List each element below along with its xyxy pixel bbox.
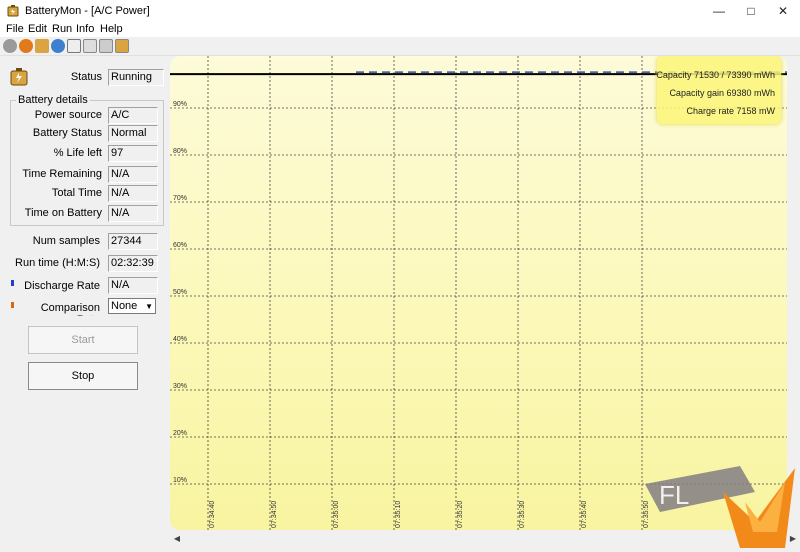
comparison-rate-value: None [111,300,138,312]
menu-info[interactable]: Info [76,23,94,35]
options-icon[interactable] [99,39,113,53]
power-source-label: Power source [34,109,102,121]
watermark-logo: FL [645,466,795,548]
discharge-rate-value: N/A [108,277,158,294]
title-bar: BatteryMon - [A/C Power] — □ ✕ [0,0,800,22]
chevron-down-icon: ▼ [145,302,153,311]
battery-status-label: Battery Status [32,127,102,139]
info-icon[interactable] [51,39,65,53]
time-remaining-value: N/A [108,166,158,183]
run-time-label: Run time (H:M:S) [15,257,100,269]
menu-bar: File Edit Run Info Help [0,22,800,37]
num-samples-value: 27344 [108,233,158,250]
battery-icon[interactable] [35,39,49,53]
battery-chart: 90% 80% 70% 60% 50% 40% 30% 20% 10% 07:34:40 07:34… [170,56,787,530]
life-left-label: % Life left [53,147,102,159]
discharge-rate-label: Discharge Rate [24,280,100,292]
y-tick-label: 90% [173,101,187,108]
x-tick-label: 07:34:40 [209,501,216,528]
status-label: Status [70,71,102,83]
help-icon[interactable] [115,39,129,53]
cloud-icon[interactable] [83,39,97,53]
battery-status-icon [10,68,28,86]
run-time-value: 02:32:39 [108,255,158,272]
x-tick-label: 07:35:00 [333,501,340,528]
power-source-value: A/C [108,107,158,124]
time-on-battery-value: N/A [108,205,158,222]
y-tick-label: 40% [173,336,187,343]
y-tick-label: 70% [173,195,187,202]
y-tick-label: 50% [173,289,187,296]
chart-legend: Capacity 71530 / 73390 mWh Capacity gain… [656,56,781,124]
start-button[interactable]: Start [28,326,138,354]
app-icon [7,5,19,17]
menu-file[interactable]: File [6,23,24,35]
scroll-left-icon[interactable]: ◀ [170,532,184,546]
status-value: Running [108,69,164,86]
time-on-battery-label: Time on Battery [24,207,102,219]
menu-help[interactable]: Help [100,23,123,35]
legend-charge-rate: Charge rate 7158 mW [686,106,775,116]
toolbar [0,37,800,56]
battery-details-title: Battery details [16,94,90,106]
legend-capacity-gain: Capacity gain 69380 mWh [669,88,775,98]
window-title: BatteryMon - [A/C Power] [25,5,150,17]
x-tick-label: 07:34:50 [271,501,278,528]
y-tick-label: 10% [173,477,187,484]
comparison-rate-select[interactable]: None ▼ [108,298,156,314]
chart-area: 90% 80% 70% 60% 50% 40% 30% 20% 10% 07:34:40 07:34… [170,56,787,530]
x-tick-label: 07:35:40 [581,501,588,528]
x-tick-label: 07:35:10 [395,501,402,528]
y-tick-label: 20% [173,430,187,437]
battery-status-value: Normal [108,125,158,142]
num-samples-label: Num samples [32,235,100,247]
y-tick-label: 80% [173,148,187,155]
menu-edit[interactable]: Edit [28,23,47,35]
comparison-rate-label: Comparison Rate [40,302,100,316]
close-icon[interactable]: ✕ [760,0,800,22]
total-time-label: Total Time [51,187,102,199]
comparison-rate-color-marker [11,302,14,308]
vertical-scrollbar[interactable] [788,56,800,532]
life-left-value: 97 [108,145,158,162]
y-tick-label: 30% [173,383,187,390]
x-tick-label: 07:35:30 [519,501,526,528]
total-time-value: N/A [108,185,158,202]
menu-run[interactable]: Run [52,23,72,35]
time-remaining-label: Time Remaining [22,168,102,180]
discharge-rate-color-marker [11,280,14,286]
document-icon[interactable] [67,39,81,53]
watermark-text: FL [659,480,689,510]
start-icon[interactable] [3,39,17,53]
legend-capacity: Capacity 71530 / 73390 mWh [656,70,775,80]
x-tick-label: 07:35:20 [457,501,464,528]
y-tick-label: 60% [173,242,187,249]
stop-icon[interactable] [19,39,33,53]
stop-button[interactable]: Stop [28,362,138,390]
